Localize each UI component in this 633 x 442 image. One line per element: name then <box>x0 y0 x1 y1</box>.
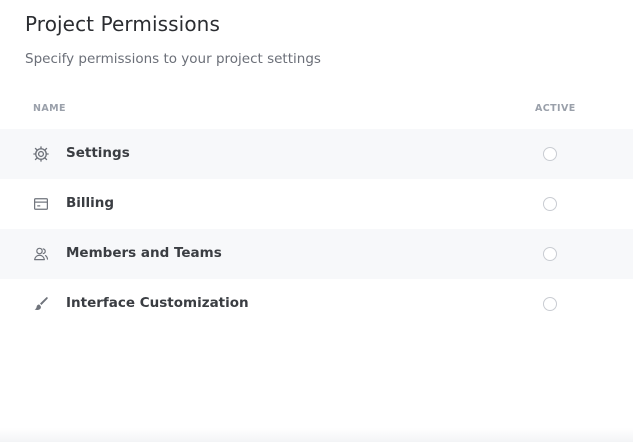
permission-label-settings: Settings <box>66 145 130 161</box>
permissions-list: Settings Billing Members and Teams Inter… <box>0 129 633 329</box>
active-radio-interface-customization[interactable] <box>543 297 557 311</box>
permission-label-members-and-teams: Members and Teams <box>66 245 222 261</box>
permission-label-interface-customization: Interface Customization <box>66 295 249 311</box>
page-subtitle: Specify permissions to your project sett… <box>25 51 321 67</box>
active-radio-billing[interactable] <box>543 197 557 211</box>
billing-card-icon <box>32 195 50 213</box>
bottom-fade <box>0 428 633 442</box>
permission-label-billing: Billing <box>66 195 115 211</box>
paint-brush-icon <box>32 295 50 313</box>
permission-row-billing: Billing <box>0 179 633 229</box>
column-header-active: ACTIVE <box>535 103 576 114</box>
permission-row-settings: Settings <box>0 129 633 179</box>
active-radio-settings[interactable] <box>543 147 557 161</box>
active-radio-members-and-teams[interactable] <box>543 247 557 261</box>
permission-row-interface-customization: Interface Customization <box>0 279 633 329</box>
members-icon <box>32 245 50 263</box>
gear-icon <box>32 145 50 163</box>
page-title: Project Permissions <box>25 12 220 36</box>
permissions-panel: Project Permissions Specify permissions … <box>0 0 633 442</box>
permission-row-members-and-teams: Members and Teams <box>0 229 633 279</box>
column-header-name: NAME <box>33 103 66 114</box>
